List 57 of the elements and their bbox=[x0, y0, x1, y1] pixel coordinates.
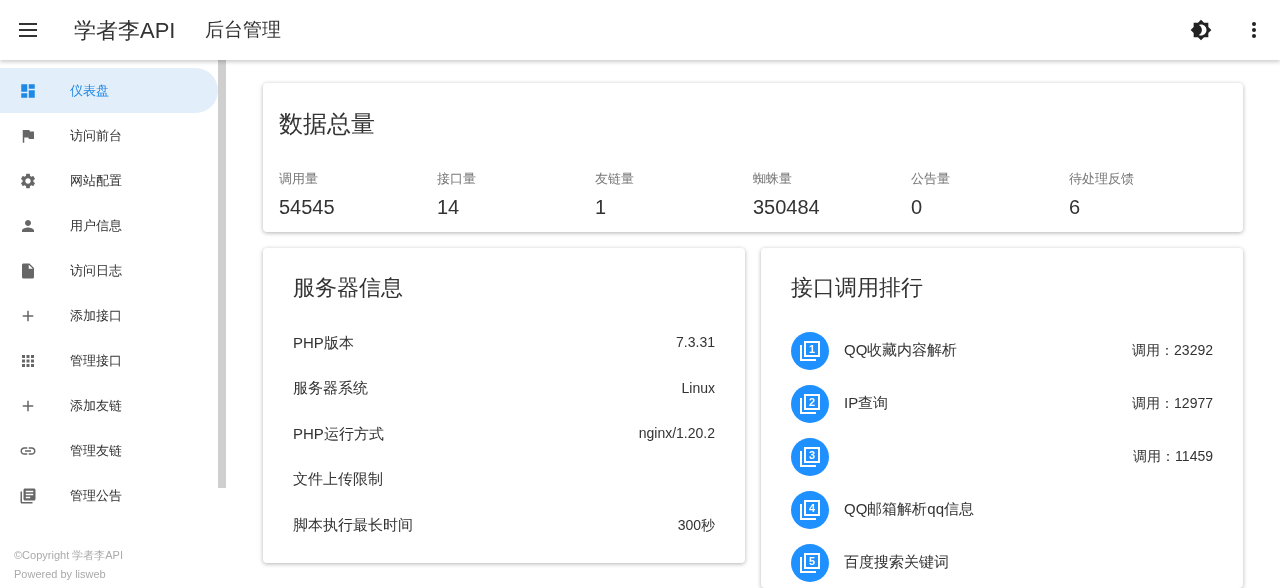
api-name: QQ邮箱解析qq信息 bbox=[844, 499, 975, 520]
stat-label: 公告量 bbox=[911, 171, 951, 187]
stat-label: 友链量 bbox=[595, 171, 635, 187]
rank-badge: 2 bbox=[791, 384, 829, 423]
sidebar-item[interactable]: 添加接口 bbox=[0, 293, 218, 338]
info-label: 脚本执行最长时间 bbox=[293, 514, 413, 535]
api-name: QQ收藏内容解析 bbox=[844, 340, 958, 361]
settings-icon bbox=[19, 171, 37, 190]
card-title: 接口调用排行 bbox=[791, 274, 924, 302]
menu-icon[interactable] bbox=[19, 23, 37, 37]
stat-label: 待处理反馈 bbox=[1069, 171, 1135, 187]
stat-value: 1 bbox=[595, 195, 608, 220]
stat-value: 6 bbox=[1069, 195, 1082, 220]
page-subtitle: 后台管理 bbox=[205, 17, 282, 42]
rank-badge: 3 bbox=[791, 437, 829, 476]
file-icon bbox=[19, 261, 37, 280]
stat-label: 接口量 bbox=[437, 171, 477, 187]
sidebar-item[interactable]: 网站配置 bbox=[0, 158, 218, 203]
stat-value: 54545 bbox=[279, 195, 336, 220]
stat-label: 蜘蛛量 bbox=[753, 171, 793, 187]
footer-text: Powered by lisweb bbox=[14, 567, 107, 582]
stat-value: 0 bbox=[911, 195, 924, 220]
info-value: 7.3.31 bbox=[676, 333, 715, 353]
sidebar-item[interactable]: 添加友链 bbox=[0, 383, 218, 428]
card-title: 服务器信息 bbox=[293, 274, 404, 302]
more-options-icon[interactable] bbox=[1252, 22, 1256, 38]
info-label: 服务器系统 bbox=[293, 378, 368, 399]
sidebar-item[interactable]: 管理公告 bbox=[0, 473, 218, 518]
sidebar-item[interactable]: 访问日志 bbox=[0, 248, 218, 293]
sidebar-item[interactable]: 管理接口 bbox=[0, 338, 218, 383]
api-name: IP查询 bbox=[844, 393, 889, 414]
call-count: 调用：12977 bbox=[1132, 394, 1213, 413]
rank-badge: 1 bbox=[791, 331, 829, 370]
rank-badge: 4 bbox=[791, 490, 829, 529]
app-title: 学者李API bbox=[74, 16, 176, 45]
card-title: 数据总量 bbox=[279, 109, 376, 139]
info-label: 文件上传限制 bbox=[293, 469, 383, 490]
call-count: 调用：23292 bbox=[1132, 341, 1213, 360]
api-name: 百度搜索关键词 bbox=[844, 552, 949, 573]
dashboard-icon bbox=[19, 81, 37, 100]
sidebar-item[interactable]: 用户信息 bbox=[0, 203, 218, 248]
rank-badge: 5 bbox=[791, 543, 829, 582]
info-value: nginx/1.20.2 bbox=[638, 424, 715, 444]
stat-value: 14 bbox=[437, 195, 461, 220]
notes-icon bbox=[19, 486, 37, 505]
info-label: PHP运行方式 bbox=[293, 423, 384, 444]
stat-label: 调用量 bbox=[279, 171, 319, 187]
footer-text: ©Copyright 学者李API bbox=[14, 548, 124, 563]
info-value: 300秒 bbox=[677, 515, 715, 535]
scrollbar[interactable] bbox=[218, 60, 226, 488]
info-value: Linux bbox=[681, 378, 715, 398]
call-count: 调用：11459 bbox=[1133, 447, 1213, 466]
theme-toggle-icon[interactable] bbox=[1190, 19, 1212, 41]
stat-value: 350484 bbox=[753, 195, 821, 220]
sidebar-item[interactable]: 访问前台 bbox=[0, 113, 218, 158]
info-label: PHP版本 bbox=[293, 332, 354, 353]
sidebar-item[interactable]: 管理友链 bbox=[0, 428, 218, 473]
